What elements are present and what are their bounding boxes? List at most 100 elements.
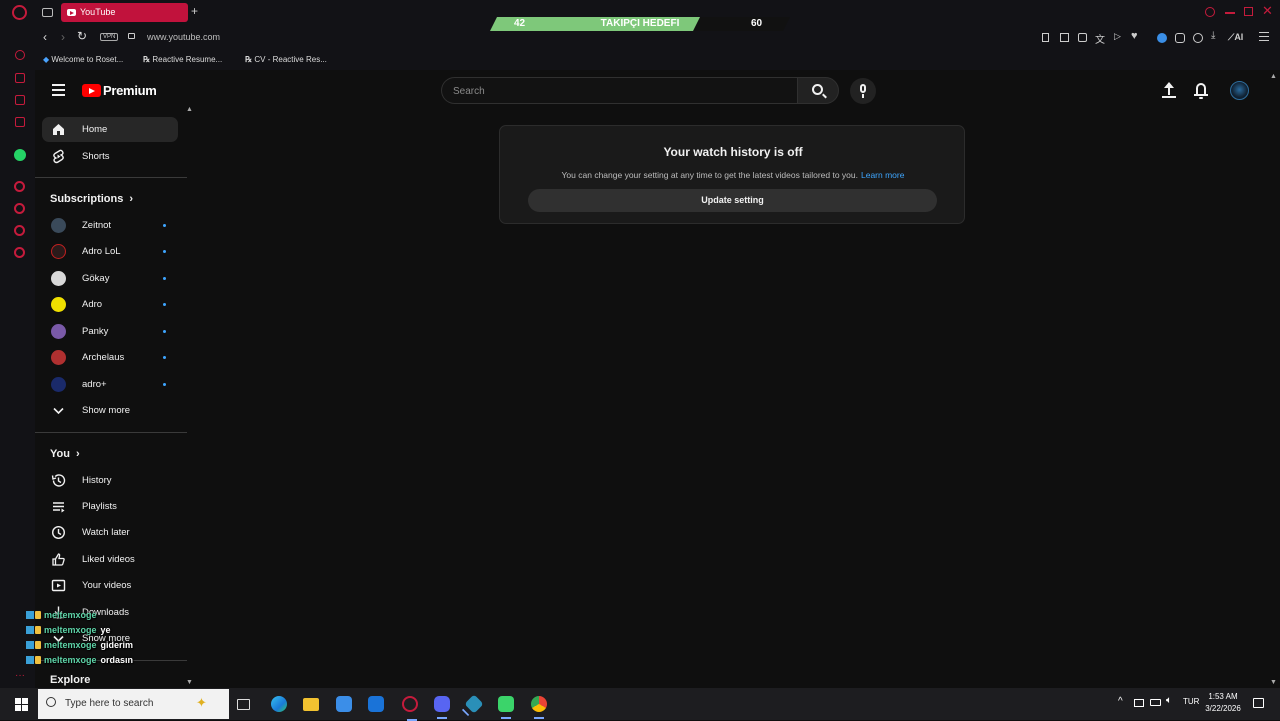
- channel-name: Panky: [82, 326, 109, 337]
- chat-message: meltemxoge ordasın: [26, 655, 133, 665]
- search-button[interactable]: [797, 77, 839, 104]
- minimize-icon[interactable]: [1225, 12, 1235, 14]
- input-language[interactable]: TUR: [1183, 697, 1199, 706]
- url-field[interactable]: www.youtube.com: [147, 32, 220, 42]
- follower-goal-bar: 42 TAKIPÇI HEDEFI 60: [490, 17, 790, 31]
- snapshot-icon[interactable]: [1060, 33, 1069, 42]
- adblock-icon[interactable]: [1078, 33, 1087, 42]
- workspaces-icon[interactable]: [42, 8, 53, 17]
- clock[interactable]: 1:53 AM 3/22/2026: [1198, 691, 1248, 715]
- more-rail-icon[interactable]: ···: [15, 670, 25, 681]
- subscription-item[interactable]: Zeitnot: [42, 213, 178, 238]
- sidebar-scroll-down-icon[interactable]: ▼: [186, 679, 193, 686]
- forward-icon[interactable]: ›: [61, 30, 65, 44]
- network-icon[interactable]: [1134, 699, 1144, 707]
- search-input[interactable]: [453, 84, 783, 98]
- goal-target: 60: [751, 18, 763, 29]
- vpn-badge[interactable]: VPN: [100, 33, 119, 41]
- extensions-icon[interactable]: [1175, 33, 1185, 43]
- chat-badge-icon: [26, 611, 34, 619]
- tray-overflow-icon[interactable]: ^: [1118, 696, 1123, 707]
- edge-icon[interactable]: [271, 696, 287, 712]
- battery-icon[interactable]: [1150, 699, 1161, 706]
- instagram-icon[interactable]: [14, 181, 25, 192]
- you-heading[interactable]: You ›: [50, 448, 80, 460]
- subscription-item[interactable]: Adro LoL: [42, 239, 178, 264]
- sidebar-item-watch-later[interactable]: Watch later: [42, 520, 178, 545]
- voice-search-button[interactable]: [850, 78, 876, 104]
- easy-setup-icon[interactable]: [1259, 32, 1269, 41]
- mail-app-icon[interactable]: [368, 696, 384, 712]
- sidebar-item-home[interactable]: Home: [42, 117, 178, 142]
- show-more-subscriptions[interactable]: Show more: [42, 398, 178, 423]
- subscription-item[interactable]: Gökay: [42, 266, 178, 291]
- chat-badge-icon: [26, 656, 34, 664]
- subscription-item[interactable]: Archelaus: [42, 345, 178, 370]
- translate-icon[interactable]: 文: [1095, 31, 1105, 46]
- chrome-icon[interactable]: [531, 696, 547, 719]
- downloads-browser-icon[interactable]: ⤓: [1211, 30, 1215, 41]
- channel-name: Adro LoL: [82, 246, 121, 257]
- subscription-item[interactable]: adro+: [42, 372, 178, 397]
- bookmark-item[interactable]: ◆ Welcome to Roset...: [43, 55, 123, 64]
- bookmark-page-icon[interactable]: [1042, 33, 1049, 42]
- heart-icon[interactable]: ♥: [1131, 30, 1138, 42]
- opera-gx-icon[interactable]: [402, 696, 418, 721]
- subscription-item[interactable]: Adro: [42, 292, 178, 317]
- task-view-icon[interactable]: [237, 699, 250, 710]
- mail-icon[interactable]: [15, 117, 25, 127]
- notifications-bell-icon[interactable]: [1193, 82, 1209, 99]
- restore-icon[interactable]: [1244, 7, 1253, 16]
- history-rail-icon[interactable]: [14, 203, 25, 214]
- volume-icon[interactable]: 🔈︎: [1166, 695, 1172, 706]
- kodi-icon[interactable]: [464, 694, 484, 714]
- notifications-center-icon[interactable]: [1253, 698, 1264, 708]
- subscriptions-heading[interactable]: Subscriptions ›: [50, 193, 133, 205]
- sidebar-scroll-up-icon[interactable]: ▲: [186, 106, 193, 113]
- update-setting-button[interactable]: Update setting: [528, 189, 937, 212]
- file-explorer-icon[interactable]: [303, 698, 319, 711]
- page-scroll-up-icon[interactable]: ▲: [1270, 73, 1277, 80]
- account-avatar[interactable]: [1230, 81, 1249, 100]
- chat-badge-icon: [35, 656, 41, 664]
- back-icon[interactable]: ‹: [43, 30, 47, 44]
- new-tab-button[interactable]: +: [191, 4, 198, 18]
- windows-start-icon[interactable]: [15, 698, 28, 711]
- discord-icon[interactable]: [434, 696, 450, 719]
- create-upload-button[interactable]: [1161, 82, 1177, 99]
- profile-icon[interactable]: [1193, 33, 1203, 43]
- bookmark-item[interactable]: ℞ CV - Reactive Res...: [245, 55, 327, 64]
- close-window-icon[interactable]: ✕: [1262, 3, 1273, 19]
- learn-more-link[interactable]: Learn more: [861, 170, 904, 180]
- page-scroll-down-icon[interactable]: ▼: [1270, 679, 1277, 686]
- menu-icon[interactable]: [52, 84, 65, 96]
- store-icon[interactable]: [336, 696, 352, 712]
- channel-avatar: [51, 324, 66, 339]
- sidebar-item-playlists[interactable]: Playlists: [42, 494, 178, 519]
- search-bar[interactable]: [441, 77, 798, 104]
- search-tabs-icon[interactable]: [1205, 7, 1215, 17]
- sidebar-item-label: Watch later: [82, 527, 130, 538]
- subscription-item[interactable]: Panky: [42, 319, 178, 344]
- sidebar-item-liked-videos[interactable]: Liked videos: [42, 547, 178, 572]
- sidebar-item-your-videos[interactable]: Your videos: [42, 573, 178, 598]
- opera-menu-icon[interactable]: [12, 5, 27, 20]
- sidebar-item-history[interactable]: History: [42, 468, 178, 493]
- extension-blue-icon[interactable]: [1157, 33, 1167, 43]
- play-icon[interactable]: ▷: [1114, 31, 1121, 42]
- android-app-icon[interactable]: [498, 696, 514, 719]
- extensions-rail-icon[interactable]: [14, 225, 25, 236]
- crypto-wallet-icon[interactable]: [15, 73, 25, 83]
- chat-username: meltemxoge: [44, 610, 97, 620]
- taskbar-search-box[interactable]: Type here to search ✦: [38, 689, 229, 719]
- whatsapp-icon[interactable]: [14, 149, 26, 161]
- sidebar-item-shorts[interactable]: Shorts: [42, 144, 178, 169]
- aria-icon[interactable]: [15, 50, 25, 60]
- aria-ai-button[interactable]: ⟋AI: [1228, 32, 1243, 43]
- lock-icon[interactable]: [128, 33, 135, 39]
- reload-icon[interactable]: ↻: [77, 29, 87, 43]
- bookmark-item[interactable]: ℞ Reactive Resume...: [143, 55, 222, 64]
- messenger-icon[interactable]: [15, 95, 25, 105]
- settings-rail-icon[interactable]: [14, 247, 25, 258]
- tab-youtube[interactable]: YouTube: [61, 3, 188, 22]
